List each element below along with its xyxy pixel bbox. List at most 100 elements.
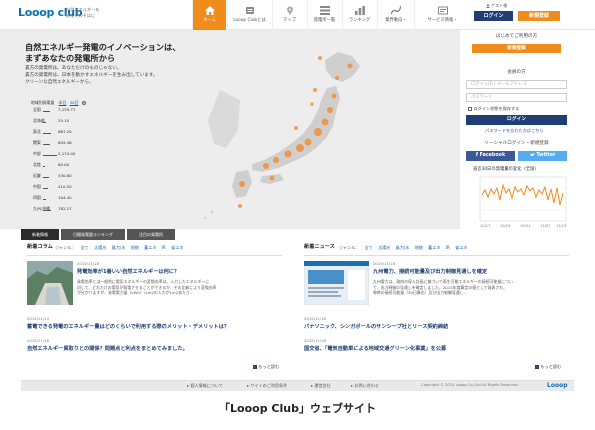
genre-wind[interactable]: 風力/水 [396,245,410,250]
forgot-password-link[interactable]: パスワードを忘れた方はこちら [485,128,544,133]
nav-ranking[interactable]: ランキング [342,0,376,30]
chart-x-tick: 11/07 [540,224,550,228]
home-icon [204,6,215,15]
footer-terms-link[interactable]: ▸ サイトのご利用条件 [247,383,287,388]
remember-login[interactable]: ログイン状態を保存する [468,106,519,111]
generation-chart[interactable]: 10/17 10/24 10/31 11/07 11/13 [466,173,570,230]
service-icon [437,6,448,15]
password-field[interactable]: パスワード [466,93,567,102]
genre-all[interactable]: 全て [81,245,89,250]
chart-x-tick: 10/17 [480,224,490,228]
twitter-login-button[interactable]: Twitter [518,151,567,161]
arrow-right-icon: › [535,365,539,369]
ranking-icon [354,6,365,15]
social-login-label: ソーシャルログイン・新規登録 [484,141,549,146]
map-icon [286,6,293,15]
article-title[interactable]: 国交省、「電気自動車による地域交通グリーン化事業」を公募 [304,346,446,353]
region-row: 近畿 530.80 [33,173,72,178]
article-body: 九州電力は、政府の導入計画に基づいて再生可能エネルギーの接続可能量につい て、出… [373,279,513,296]
region-row: 中部 2,174.40 [33,151,76,156]
tab-daily-ranking[interactable]: 日間発電量ランキング [61,229,125,240]
hero-description: 貴方の発電所は、あなただけのものじゃない。 貴方の発電所は、日本を動かすエネルギ… [25,66,158,85]
column-thumbnail[interactable] [27,261,73,305]
nav-industry-trends[interactable]: 業界動向・ [377,0,414,30]
nav-about[interactable]: Looop Clubとは [227,0,271,30]
guest-greeting: ゲスト様 [486,3,507,8]
twitter-bird-icon [529,152,535,156]
article-date: 2015/11/18 [304,316,326,321]
region-row: 関東 609.46 [33,140,72,145]
article-title[interactable]: 自然エネルギー買取りとの関係？問題点と利点をまとめてみました。 [27,346,188,353]
tab-news[interactable]: 新着情報 [21,229,59,240]
region-row: 北海道 25.10 [33,118,70,123]
news-thumbnail[interactable] [304,261,369,305]
columns-section: 新着コラム ジャンル： 全て 太陽光 風力/水 地熱 蓄エネ IR 省エネ 20… [21,240,291,378]
article-date: 2015/11/16 [27,338,49,343]
genre-storage[interactable]: 蓄エネ [428,245,440,250]
sidebar-login-button[interactable]: ログイン [466,115,567,125]
genre-wind[interactable]: 風力/水 [112,245,126,250]
site-footer: ▸ 個人情報について ▸ サイトのご利用条件 ▸ 運営会社 ▸ お問い合わせ C… [21,380,574,391]
header-register-button[interactable]: 新規登録 [518,11,560,21]
sidebar-register-button[interactable]: 新規登録 [472,44,561,53]
stats-header: 地域別発電量 本日 30日 ? [31,100,86,105]
chart-title: 直近30日の発電量の変化（全国） [473,167,539,172]
genre-ir[interactable]: IR [446,245,450,250]
figure-caption: 「Looop Club」ウェブサイト [219,402,376,415]
trend-icon [391,6,401,15]
article-title[interactable]: パナソニック、シンガポールのサンシープ社とリース契約締結 [304,324,448,331]
genre-ir[interactable]: IR [162,245,166,250]
footer-privacy-link[interactable]: ▸ 個人情報について [187,383,223,388]
nav-plant-list[interactable]: 発電所一覧 [307,0,341,30]
chart-x-tick: 10/31 [520,224,530,228]
help-icon[interactable]: ? [81,101,86,105]
genre-solar[interactable]: 太陽光 [94,245,106,250]
news-more-link[interactable]: › もっと読む [535,364,561,369]
nav-service-info[interactable]: サービス情報・ [414,0,470,30]
facebook-login-button[interactable]: f Facebook [466,151,515,161]
region-row: 四国 104.40 [33,195,72,200]
hero-map-panel[interactable]: 自然エネルギー発電のイノベーションは、 まずあなたの発電所から 貴方の発電所は、… [0,30,460,229]
footer-contact-link[interactable]: ▸ お問い合わせ [351,383,379,388]
copyright: Copyright © 2015 Looop Co.,Ltd All Right… [421,383,519,387]
remember-checkbox[interactable] [468,107,472,111]
region-row: 中国 410.50 [33,184,72,189]
article-date: 2015/11/18 [77,261,99,266]
article-title[interactable]: 発電効率が1番いい自然エネルギーは何に？ [77,269,179,276]
region-stats: 全国 7,139.77 北海道 25.10 東北 667.20 関東 609.46 中部… [31,107,111,216]
region-row: 九州/沖縄 782.27 [33,206,72,211]
columns-title: 新着コラム [27,244,53,250]
article-date: 2015/11/13 [27,316,49,321]
site-header: Looop club 自然エネルギーを あなたのそばに ホーム Looop Cl… [0,0,595,30]
footer-company-link[interactable]: ▸ 運営会社 [311,383,331,388]
login-id-field[interactable]: ログインID / メールアドレス [466,80,567,89]
article-body: 発電効率とは一般的に電気エネルギーの変換効率は、入力したエネルギーに 対して、ど… [77,279,217,296]
user-icon [486,4,490,8]
columns-genre-filter: ジャンル： 全て 太陽光 風力/水 地熱 蓄エネ IR 省エネ [55,245,184,250]
genre-storage[interactable]: 蓄エネ [144,245,156,250]
stats-tab-30days[interactable]: 30日 [70,100,79,105]
genre-geothermal[interactable]: 地熱 [131,245,139,250]
nav-map[interactable]: マップ [272,0,306,30]
list-icon [319,6,330,15]
stats-tab-today[interactable]: 本日 [59,100,67,105]
nav-home[interactable]: ホーム [192,0,226,30]
genre-saving[interactable]: 省エネ [171,245,183,250]
footer-logo[interactable]: Looop [547,382,567,390]
article-title[interactable]: 蓄電できる発電のエネルギー量はどのくらいで利用する際のメリット・デメリットは？ [27,324,229,331]
arrow-right-icon: › [253,365,257,369]
genre-all[interactable]: 全て [365,245,373,250]
hero-title: 自然エネルギー発電のイノベーションは、 まずあなたの発電所から [25,42,181,63]
genre-geothermal[interactable]: 地熱 [415,245,423,250]
tab-featured-plants[interactable]: 注目の発電所 [127,229,175,240]
columns-more-link[interactable]: › もっと読む [253,364,279,369]
genre-saving[interactable]: 省エネ [455,245,467,250]
region-row: 北陸 60.00 [33,162,70,167]
genre-solar[interactable]: 太陽光 [378,245,390,250]
header-login-button[interactable]: ログイン [474,11,513,21]
sidebar: はじめてご利用の方 新規登録 会員の方 ログインID / メールアドレス パスワ… [460,30,573,242]
article-title[interactable]: 九州電力、接続可能量及び出力制御見通しを確定 [373,269,487,276]
article-date: 2015/11/18 [373,261,395,266]
chart-x-tick: 10/24 [500,224,511,228]
news-genre-filter: ジャンル： 全て 太陽光 風力/水 地熱 蓄エネ IR 省エネ [339,245,468,250]
